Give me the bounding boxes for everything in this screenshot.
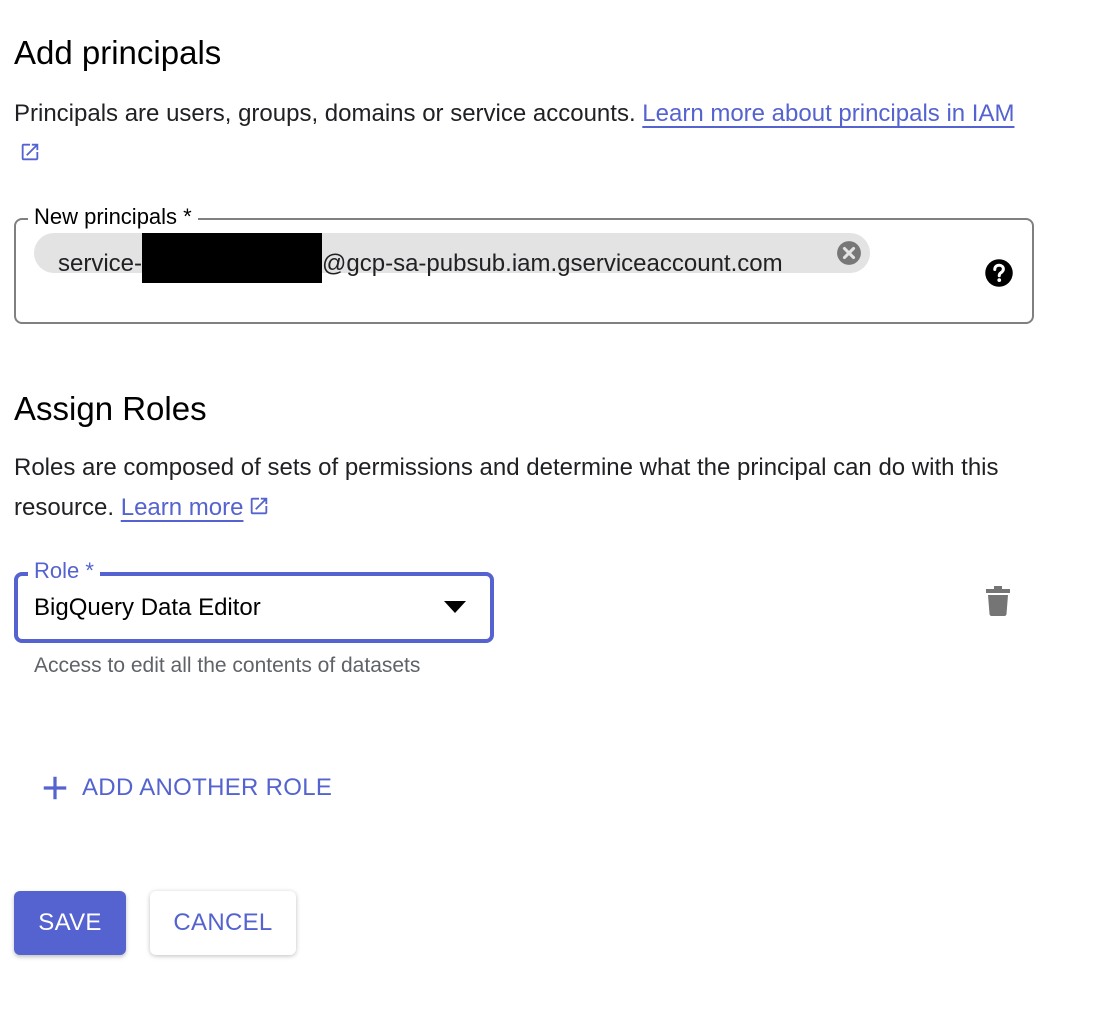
redaction-block bbox=[142, 233, 323, 283]
add-another-role-label: ADD ANOTHER ROLE bbox=[82, 774, 333, 801]
add-principals-description-text: Principals are users, groups, domains or… bbox=[14, 100, 636, 127]
learn-more-roles-link-text: Learn more bbox=[120, 494, 244, 521]
learn-more-roles-link[interactable]: Learn more bbox=[121, 494, 271, 521]
open-in-new-icon bbox=[251, 497, 268, 515]
principal-chip-prefix: service- bbox=[58, 250, 143, 277]
learn-more-principals-link-text: Learn more about principals in IAM bbox=[642, 100, 1015, 127]
cancel-circle-icon[interactable] bbox=[836, 240, 862, 266]
principal-chip: service- @gcp-sa-pubsub.iam.gserviceaccou… bbox=[34, 233, 870, 283]
plus-icon bbox=[43, 776, 67, 800]
new-principals-label: New principals * bbox=[28, 203, 198, 231]
role-selected-value[interactable]: BigQuery Data Editor bbox=[34, 590, 261, 626]
assign-roles-title: Assign Roles bbox=[14, 390, 207, 427]
add-another-role-button[interactable]: ADD ANOTHER ROLE bbox=[40, 768, 332, 808]
cancel-button[interactable]: CANCEL bbox=[150, 891, 296, 955]
role-label: Role * bbox=[28, 557, 100, 585]
assign-roles-description: Roles are composed of sets of permission… bbox=[14, 448, 1034, 528]
add-principals-description: Principals are users, groups, domains or… bbox=[14, 94, 1034, 174]
trash-icon[interactable] bbox=[986, 586, 1010, 616]
add-principals-title: Add principals bbox=[14, 34, 222, 71]
principal-chip-suffix: @gcp-sa-pubsub.iam.gserviceaccount.com bbox=[322, 250, 783, 277]
arrow-drop-down-icon[interactable] bbox=[444, 601, 466, 613]
open-in-new-icon bbox=[21, 143, 39, 161]
save-button[interactable]: SAVE bbox=[14, 891, 126, 955]
help-icon[interactable] bbox=[984, 258, 1014, 288]
role-description-hint: Access to edit all the contents of datas… bbox=[34, 654, 421, 677]
